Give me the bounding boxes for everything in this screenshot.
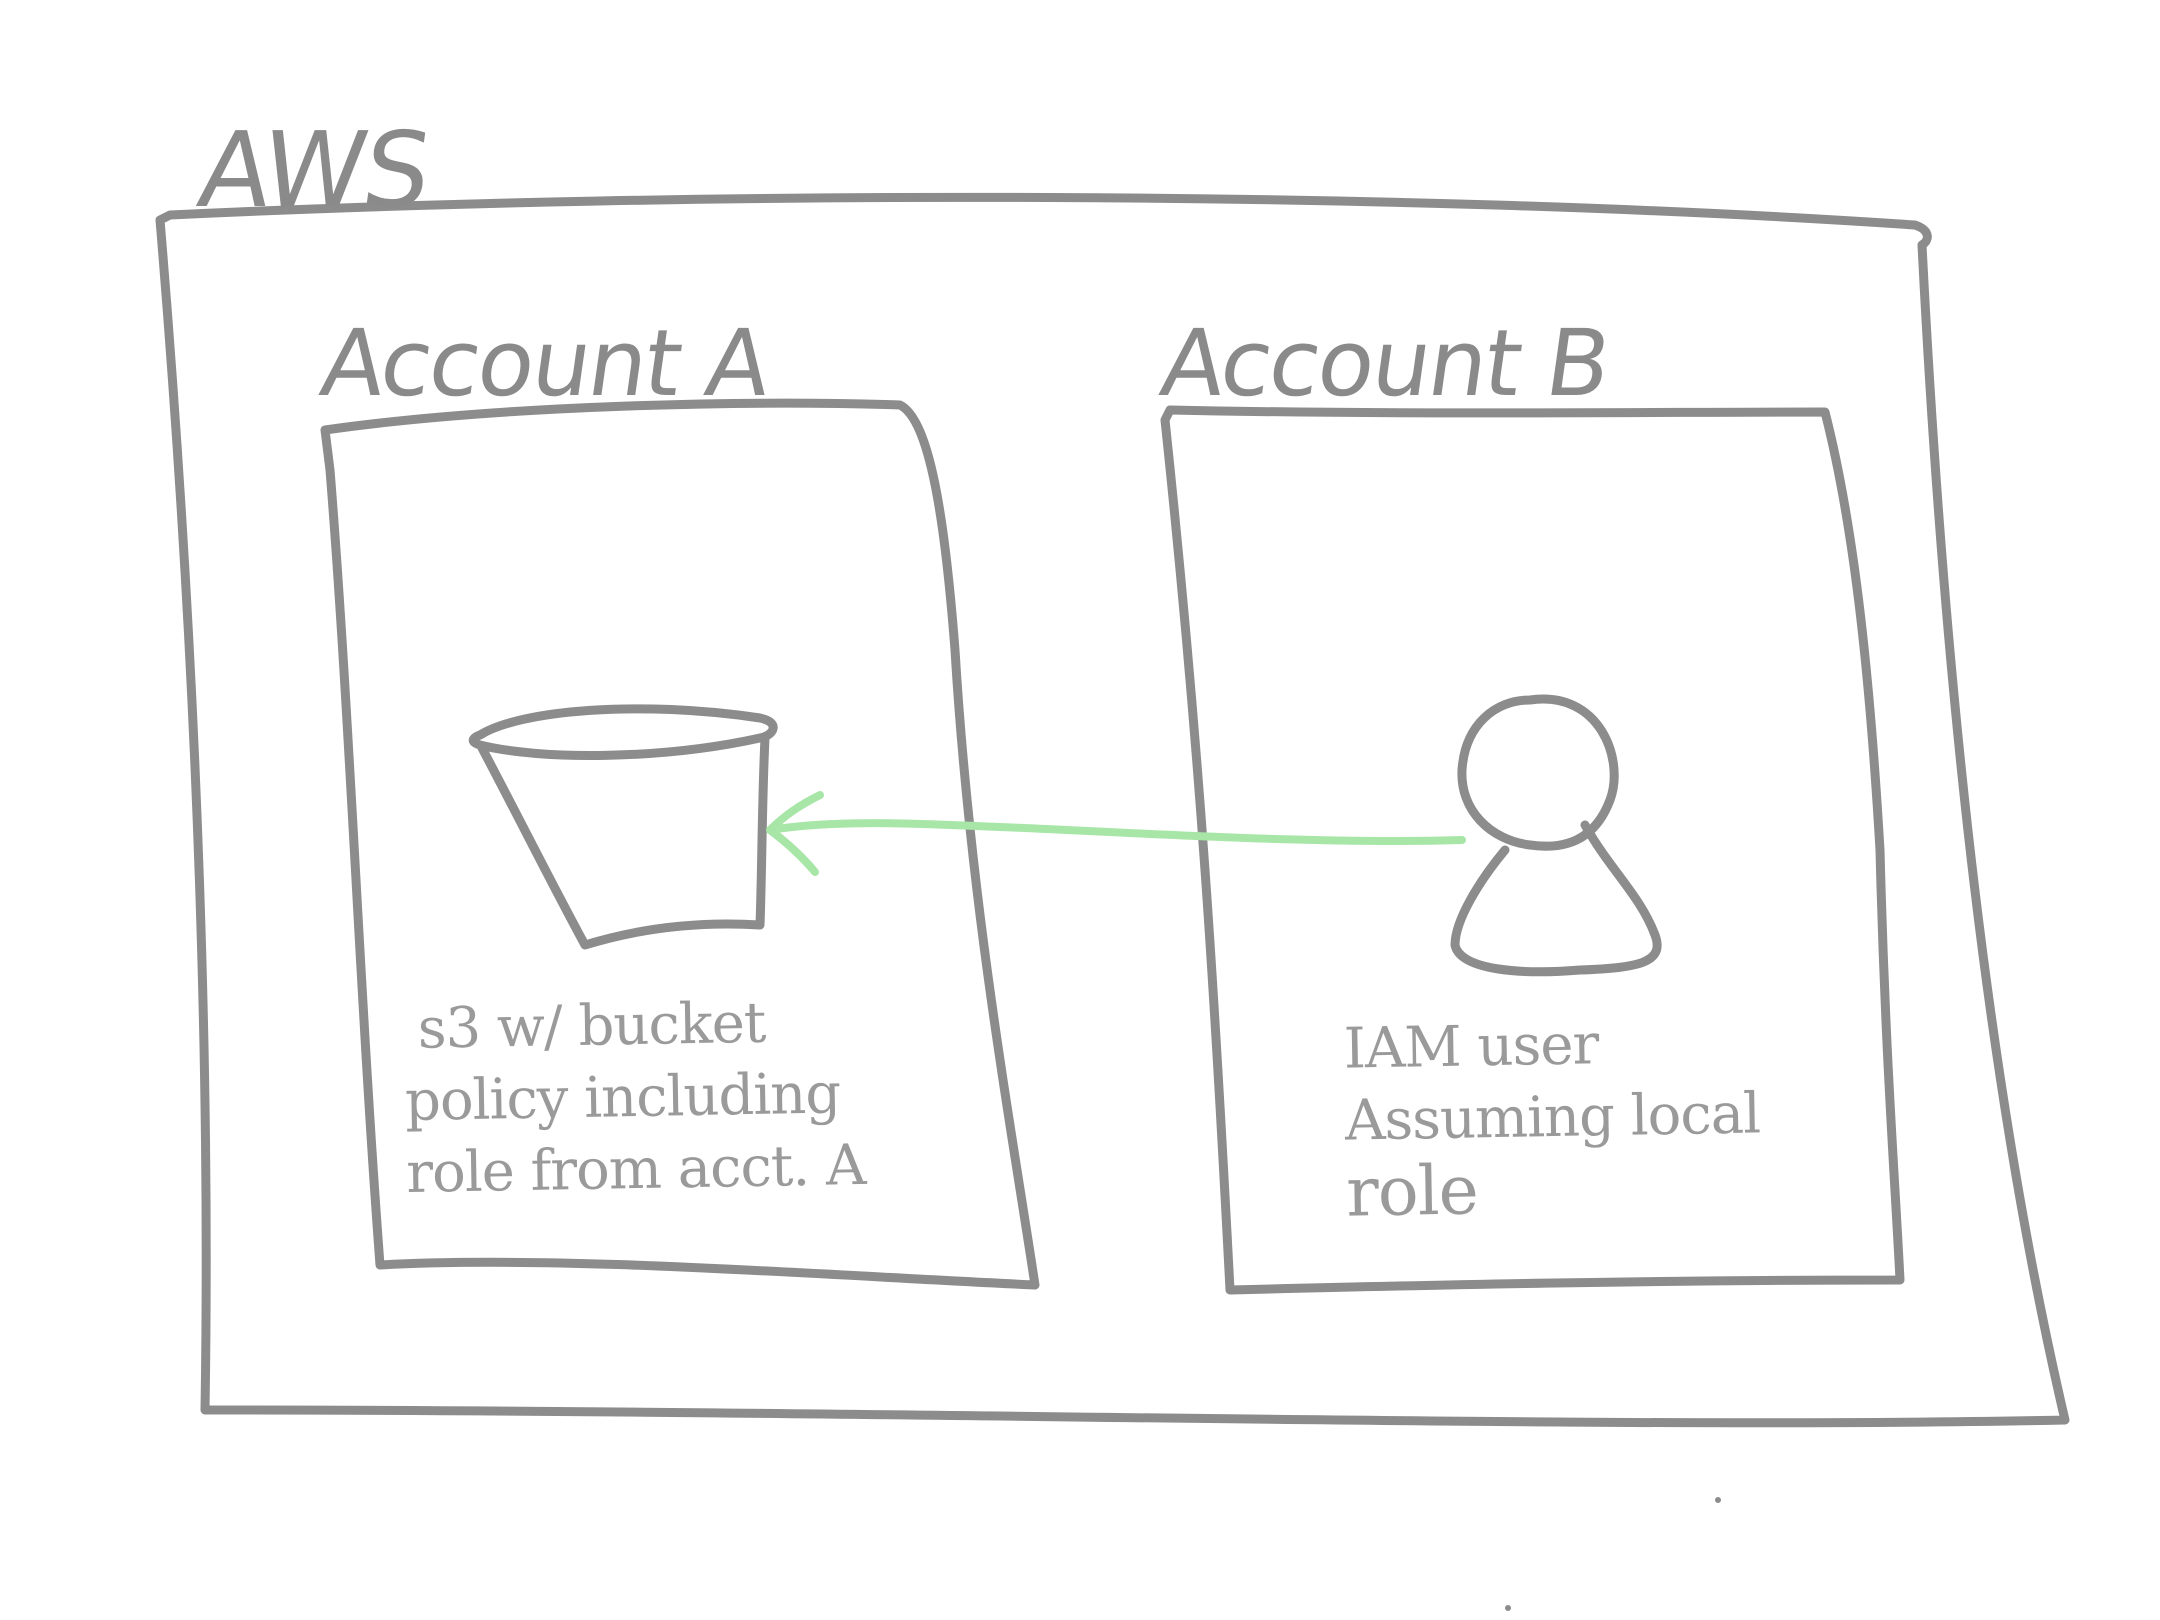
user-caption-line: Assuming local — [1344, 1081, 1761, 1154]
user-caption: IAM user Assuming local role — [1343, 1006, 1762, 1233]
bucket-caption-line: policy including — [404, 1061, 841, 1135]
bucket-caption: s3 w/ bucket policy including role from … — [403, 986, 866, 1210]
arrow-shaft — [766, 819, 1466, 846]
access-arrow — [766, 791, 1466, 876]
arrow-head — [766, 791, 824, 876]
account-a-label: Account A — [314, 310, 776, 417]
bucket-icon — [468, 704, 778, 950]
stray-dot — [1505, 1605, 1511, 1611]
stray-dot — [1715, 1497, 1721, 1503]
account-b-label: Account B — [1154, 310, 1616, 417]
bucket-body — [477, 733, 770, 950]
user-caption-line: IAM user — [1343, 1012, 1599, 1082]
user-caption-line: role — [1345, 1151, 1479, 1233]
user-head — [1457, 694, 1619, 851]
bucket-caption-line: s3 w/ bucket — [417, 990, 766, 1062]
aws-label: AWS — [191, 109, 437, 231]
user-icon — [1450, 694, 1662, 977]
architecture-diagram — [155, 192, 2070, 1611]
bucket-caption-line: role from acct. A — [405, 1132, 866, 1206]
bucket-rim — [468, 704, 778, 760]
